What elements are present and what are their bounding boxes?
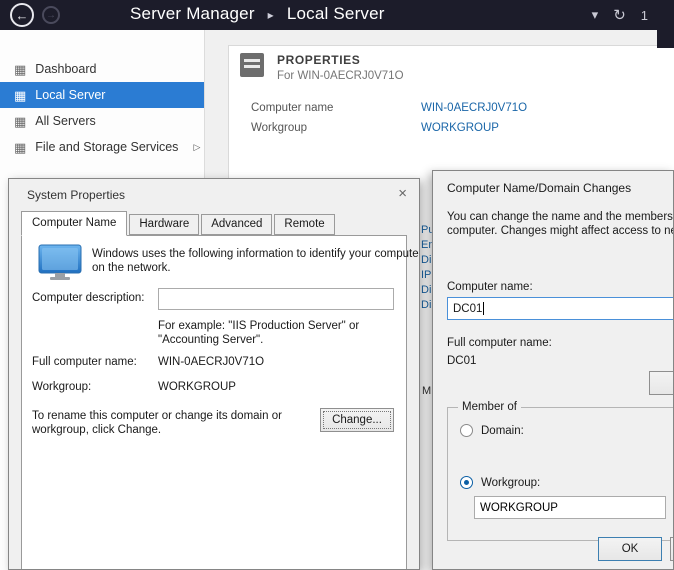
sidebar-item-local-server[interactable]: ▦ Local Server <box>0 82 204 108</box>
computer-name-input-value: DC01 <box>453 303 482 315</box>
domain-radio-label: Domain: <box>481 425 524 437</box>
topbar: ← → Server Manager ▸ Local Server ▾ ↻ 1 <box>0 0 674 30</box>
back-arrow-icon: ← <box>16 8 29 23</box>
clipped-value-fragment: Di <box>421 299 431 311</box>
refresh-icon[interactable]: ↻ <box>613 6 626 24</box>
window-edge-block <box>657 30 674 48</box>
breadcrumb-separator-icon: ▸ <box>268 8 274 22</box>
dialog-title: Computer Name/Domain Changes <box>447 181 631 195</box>
full-computer-name-label: Full computer name: <box>447 337 552 349</box>
sidebar-item-file-storage-services[interactable]: ▦ File and Storage Services ▷ <box>0 134 204 160</box>
member-of-group: Member of Domain: Workgroup: <box>447 407 674 541</box>
properties-title: PROPERTIES <box>277 53 360 67</box>
tab-hardware[interactable]: Hardware <box>129 214 199 235</box>
server-manager-window: ← → Server Manager ▸ Local Server ▾ ↻ 1 … <box>0 0 674 570</box>
tab-computer-name[interactable]: Computer Name <box>21 211 127 236</box>
workgroup-radio-row: Workgroup: <box>460 476 540 489</box>
tab-advanced[interactable]: Advanced <box>201 214 272 235</box>
workgroup-value: WORKGROUP <box>158 381 236 393</box>
workgroup-radio[interactable] <box>460 476 473 489</box>
intro-text: computer. Changes might affect access to… <box>447 225 674 237</box>
clipped-value-fragment: IP <box>421 269 431 281</box>
text-cursor <box>483 302 484 315</box>
full-computer-name-label: Full computer name: <box>32 356 137 368</box>
intro-text: on the network. <box>92 262 171 274</box>
sidebar-item-label: Local Server <box>35 88 105 102</box>
computer-name-label: Computer name <box>251 102 333 114</box>
breadcrumb-server-manager[interactable]: Server Manager <box>130 4 255 23</box>
computer-name-tab-panel: Windows uses the following information t… <box>21 235 407 570</box>
properties-subtitle: For WIN-0AECRJ0V71O <box>277 70 404 82</box>
cancel-button-clipped[interactable] <box>670 537 674 561</box>
notification-count[interactable]: 1 <box>641 8 648 23</box>
forward-button[interactable]: → <box>42 6 60 24</box>
clipped-value-fragment: M <box>422 385 431 397</box>
workgroup-input[interactable] <box>474 496 666 519</box>
rename-hint-text: workgroup, click Change. <box>32 424 161 436</box>
forward-arrow-icon: → <box>46 10 56 21</box>
computer-name-label: Computer name: <box>447 281 533 293</box>
domain-radio-row: Domain: <box>460 424 524 437</box>
member-of-legend: Member of <box>458 401 521 413</box>
topbar-actions: ▾ ↻ 1 <box>592 6 648 24</box>
full-computer-name-value: DC01 <box>447 355 476 367</box>
example-text: For example: "IIS Production Server" or <box>158 320 359 332</box>
sidebar-item-label: Dashboard <box>35 62 96 76</box>
domain-changes-dialog: Computer Name/Domain Changes You can cha… <box>432 170 674 570</box>
dashboard-icon: ▦ <box>14 63 26 76</box>
intro-text: You can change the name and the membersh… <box>447 211 674 223</box>
ok-button[interactable]: OK <box>598 537 662 561</box>
menu-caret-icon[interactable]: ▾ <box>592 7 599 23</box>
sidebar-item-label: All Servers <box>35 114 95 128</box>
computer-description-label: Computer description: <box>32 292 145 304</box>
tab-remote[interactable]: Remote <box>274 214 334 235</box>
workgroup-link[interactable]: WORKGROUP <box>421 122 499 134</box>
sidebar-item-dashboard[interactable]: ▦ Dashboard <box>0 56 204 82</box>
computer-name-link[interactable]: WIN-0AECRJ0V71O <box>421 102 527 114</box>
chevron-right-icon[interactable]: ▷ <box>193 142 200 153</box>
file-storage-icon: ▦ <box>14 141 26 154</box>
example-text: "Accounting Server". <box>158 334 263 346</box>
computer-monitor-icon <box>38 244 82 285</box>
clipped-value-fragment: Di <box>421 254 431 266</box>
breadcrumb: Server Manager ▸ Local Server <box>130 4 385 24</box>
close-icon[interactable]: × <box>398 185 407 202</box>
more-button[interactable] <box>649 371 674 395</box>
sidebar-item-label: File and Storage Services <box>35 140 178 154</box>
domain-radio[interactable] <box>460 424 473 437</box>
server-tile-icon <box>239 52 265 81</box>
workgroup-label: Workgroup: <box>32 381 91 393</box>
computer-name-input[interactable]: DC01 <box>447 297 674 320</box>
local-server-icon: ▦ <box>14 89 26 102</box>
property-row: Computer name WIN-0AECRJ0V71O <box>229 102 674 117</box>
rename-hint-text: To rename this computer or change its do… <box>32 410 282 422</box>
workgroup-label: Workgroup <box>251 122 307 134</box>
back-button[interactable]: ← <box>10 3 34 27</box>
intro-text: Windows uses the following information t… <box>92 248 420 260</box>
clipped-value-fragment: Di <box>421 284 431 296</box>
dialog-title: System Properties <box>27 188 125 202</box>
all-servers-icon: ▦ <box>14 115 26 128</box>
change-button[interactable]: Change... <box>320 408 394 432</box>
dialog-tabs: Computer Name Hardware Advanced Remote <box>21 211 337 235</box>
breadcrumb-local-server[interactable]: Local Server <box>287 4 385 23</box>
workgroup-radio-label: Workgroup: <box>481 477 540 489</box>
sidebar-nav-list: ▦ Dashboard ▦ Local Server ▦ All Servers… <box>0 30 204 160</box>
full-computer-name-value: WIN-0AECRJ0V71O <box>158 356 264 368</box>
sidebar-item-all-servers[interactable]: ▦ All Servers <box>0 108 204 134</box>
computer-description-input[interactable] <box>158 288 394 310</box>
system-properties-dialog: System Properties × Computer Name Hardwa… <box>8 178 420 570</box>
property-row: Workgroup WORKGROUP <box>229 122 674 137</box>
